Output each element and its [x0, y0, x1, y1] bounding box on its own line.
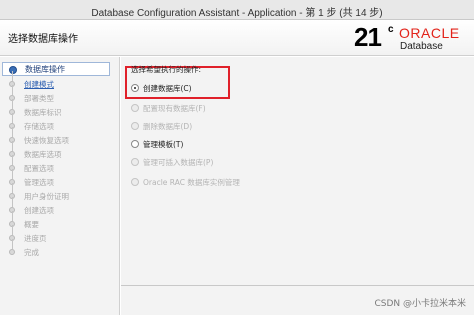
logo-brand: ORACLE — [399, 25, 460, 41]
step-connector — [12, 225, 13, 235]
step-label: 管理选项 — [24, 178, 54, 187]
radio-icon[interactable] — [131, 140, 139, 148]
step-label: 用户身份证明 — [24, 192, 69, 201]
option-label: 管理模板(T) — [143, 140, 184, 149]
step-connector — [12, 239, 13, 249]
radio-icon — [131, 158, 139, 166]
oracle-logo: 21 c ORACLE Database — [354, 22, 466, 54]
option-label: 管理可插入数据库(P) — [143, 158, 214, 167]
step-progress-page: 进度页 — [0, 225, 120, 245]
radio-icon — [131, 122, 139, 130]
page-title: 选择数据库操作 — [8, 34, 78, 45]
step-fast-recovery-option: 快速恢复选项 — [0, 127, 120, 147]
logo-version-suffix: c — [388, 24, 394, 35]
step-connector — [12, 155, 13, 165]
step-storage-option: 存储选项 — [0, 113, 120, 133]
page-header: 选择数据库操作 21 c ORACLE Database — [0, 20, 474, 56]
step-summary: 概要 — [0, 211, 120, 231]
step-configuration-options: 配置选项 — [0, 155, 120, 175]
radio-icon — [131, 104, 139, 112]
step-user-credentials: 用户身份证明 — [0, 183, 120, 203]
step-connector — [12, 85, 13, 95]
step-deployment-type: 部署类型 — [0, 85, 120, 105]
step-connector — [12, 71, 13, 81]
step-database-operation[interactable]: 数据库操作 — [2, 62, 110, 76]
step-label: 数据库操作 — [25, 65, 65, 74]
step-creation-mode[interactable]: 创建模式 — [0, 71, 120, 91]
step-label: 快速恢复选项 — [24, 136, 69, 145]
step-connector — [12, 99, 13, 109]
window-titlebar: Database Configuration Assistant - Appli… — [0, 0, 474, 20]
step-database-identification: 数据库标识 — [0, 99, 120, 119]
step-connector — [12, 183, 13, 193]
step-connector — [12, 127, 13, 137]
step-creation-option: 创建选项 — [0, 197, 120, 217]
step-current-icon — [9, 66, 17, 74]
step-connector — [12, 113, 13, 123]
step-label: 存储选项 — [24, 122, 54, 131]
step-label: 部署类型 — [24, 94, 54, 103]
step-label: 数据库选项 — [24, 150, 62, 159]
option-label: 配置现有数据库(F) — [143, 104, 206, 113]
step-connector — [12, 169, 13, 179]
step-label: 配置选项 — [24, 164, 54, 173]
radio-icon — [131, 178, 139, 186]
option-label: Oracle RAC 数据库实例管理 — [143, 178, 240, 187]
step-dot-icon — [9, 249, 15, 255]
footer-bar: CSDN @小卡拉米本米 — [121, 285, 474, 315]
step-label: 完成 — [24, 248, 39, 257]
option-label: 创建数据库(C) — [143, 84, 192, 93]
radio-selected-icon[interactable] — [131, 84, 139, 92]
operation-prompt: 选择希望执行的操作: — [131, 65, 202, 74]
step-label: 创建选项 — [24, 206, 54, 215]
step-connector — [12, 197, 13, 207]
footer-divider — [121, 285, 474, 286]
main-content: 选择希望执行的操作: 创建数据库(C) 配置现有数据库(F) 删除数据库(D) … — [121, 57, 474, 285]
logo-version: 21 — [354, 22, 382, 52]
step-label: 概要 — [24, 220, 39, 229]
option-label: 删除数据库(D) — [143, 122, 193, 131]
window-title: Database Configuration Assistant - Appli… — [91, 8, 383, 19]
step-management-options: 管理选项 — [0, 169, 120, 189]
step-label: 创建模式 — [24, 80, 54, 89]
step-finish: 完成 — [0, 239, 120, 259]
watermark: CSDN @小卡拉米本米 — [374, 299, 466, 309]
step-label: 数据库标识 — [24, 108, 62, 117]
step-label: 进度页 — [24, 234, 47, 243]
steps-sidebar: 数据库操作 创建模式 部署类型 数据库标识 存储选项 快速恢复选项 数据库选项 … — [0, 57, 120, 315]
step-connector — [12, 141, 13, 151]
logo-product: Database — [400, 41, 443, 52]
step-connector — [12, 211, 13, 221]
step-database-options: 数据库选项 — [0, 141, 120, 161]
